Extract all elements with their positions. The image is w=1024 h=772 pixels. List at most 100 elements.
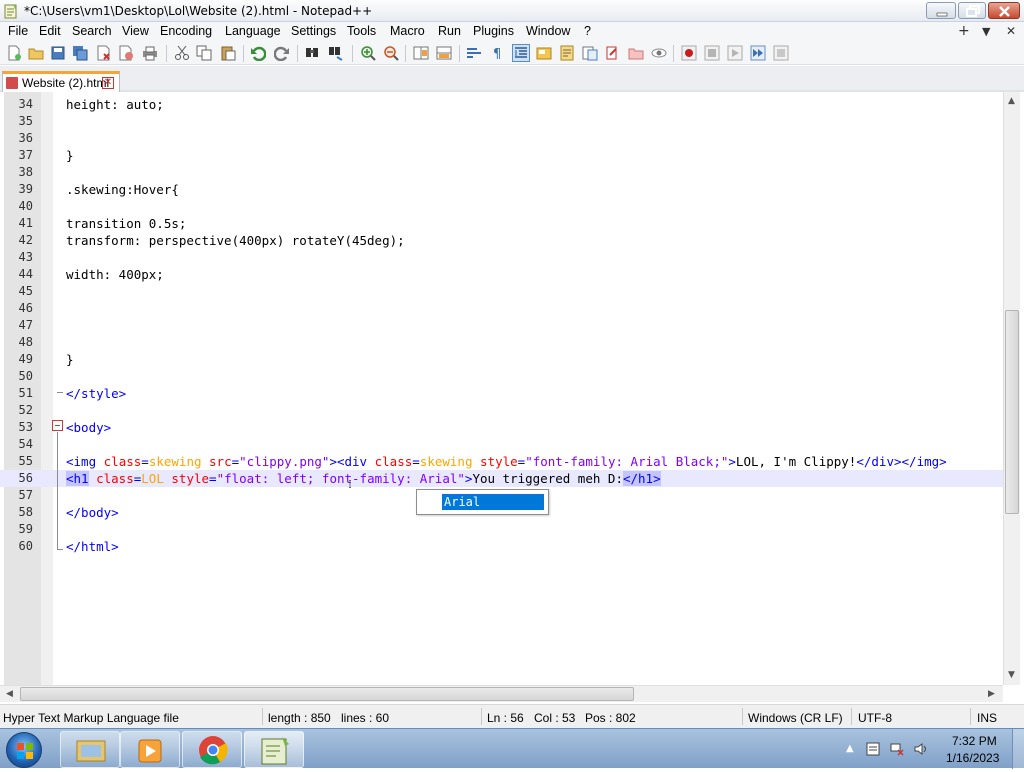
find-icon[interactable] bbox=[304, 45, 320, 61]
tab-close-icon[interactable]: ✕ bbox=[102, 77, 114, 89]
status-separator bbox=[851, 708, 852, 725]
record-macro-icon[interactable] bbox=[681, 45, 697, 61]
word-wrap-icon[interactable] bbox=[466, 45, 482, 61]
tab-label: Website (2).html bbox=[22, 76, 110, 90]
folder-icon[interactable] bbox=[628, 45, 644, 61]
indent-guide-icon[interactable] bbox=[512, 44, 530, 62]
open-file-icon[interactable] bbox=[28, 45, 44, 61]
taskbar-media-player[interactable] bbox=[120, 731, 180, 768]
minimize-button[interactable] bbox=[926, 2, 956, 19]
taskbar-file-explorer[interactable] bbox=[60, 731, 120, 768]
replace-icon[interactable] bbox=[328, 45, 344, 61]
clock-date[interactable]: 1/16/2023 bbox=[946, 751, 999, 765]
menu-plugins[interactable]: Plugins bbox=[473, 24, 514, 38]
zoom-in-icon[interactable] bbox=[360, 45, 376, 61]
scroll-down-icon[interactable]: ▼ bbox=[1008, 670, 1015, 680]
show-hidden-icons-icon[interactable]: ▲ bbox=[846, 743, 854, 754]
chrome-icon bbox=[199, 736, 228, 765]
autocomplete-popup: Arial bbox=[416, 489, 549, 515]
sync-horizontal-icon[interactable] bbox=[436, 45, 452, 61]
autocomplete-item[interactable]: Arial bbox=[442, 494, 544, 510]
stop-macro-icon[interactable] bbox=[704, 45, 720, 61]
menu-tools[interactable]: Tools bbox=[347, 24, 376, 38]
play-macro-icon[interactable] bbox=[727, 45, 743, 61]
code-editor[interactable]: 34 height: auto; 35 36 37} 38 39 .skewing:… bbox=[0, 92, 1024, 685]
save-icon[interactable] bbox=[50, 45, 66, 61]
taskbar-notepad-plus-plus[interactable] bbox=[244, 731, 304, 768]
tab-list-dropdown[interactable]: ▼ bbox=[982, 25, 990, 38]
taskbar-chrome[interactable] bbox=[182, 731, 242, 768]
menu-window[interactable]: Window bbox=[526, 24, 570, 38]
scroll-up-icon[interactable]: ▲ bbox=[1008, 96, 1015, 106]
copy-icon[interactable] bbox=[196, 45, 212, 61]
paste-icon[interactable] bbox=[220, 45, 236, 61]
toolbar-separator bbox=[352, 45, 353, 62]
status-insert-mode: INS bbox=[977, 711, 998, 725]
scroll-right-icon[interactable]: ▶ bbox=[988, 689, 995, 699]
menu-macro[interactable]: Macro bbox=[390, 24, 425, 38]
toolbar-separator bbox=[166, 45, 167, 62]
user-defined-language-icon[interactable] bbox=[536, 45, 552, 61]
unsaved-file-icon bbox=[6, 77, 18, 89]
menu-settings[interactable]: Settings bbox=[291, 24, 336, 38]
menu-file[interactable]: File bbox=[8, 24, 28, 38]
menu-edit[interactable]: Edit bbox=[39, 24, 61, 38]
vertical-scrollbar[interactable]: ▲ ▼ bbox=[1003, 92, 1020, 685]
redo-icon[interactable] bbox=[274, 45, 290, 61]
fold-toggle-button[interactable] bbox=[52, 420, 63, 431]
scroll-left-icon[interactable]: ◀ bbox=[6, 689, 13, 699]
monitoring-icon[interactable] bbox=[651, 45, 667, 61]
status-bar: Hyper Text Markup Language file length :… bbox=[0, 704, 1024, 728]
code-line: 44 width: 400px; bbox=[18, 267, 164, 282]
window-title: *C:\Users\vm1\Desktop\Lol\Website (2).ht… bbox=[24, 4, 373, 18]
volume-icon[interactable] bbox=[914, 742, 928, 756]
show-desktop-button[interactable] bbox=[1012, 729, 1024, 769]
new-file-icon[interactable] bbox=[6, 45, 22, 61]
horizontal-scroll-thumb[interactable] bbox=[20, 687, 634, 701]
notepad-plus-plus-icon bbox=[261, 737, 289, 765]
vertical-scroll-thumb[interactable] bbox=[1005, 310, 1019, 514]
code-line: 59 bbox=[18, 522, 33, 536]
action-center-icon[interactable] bbox=[866, 742, 880, 756]
horizontal-scrollbar[interactable]: ◀ ▶ bbox=[0, 685, 1003, 702]
start-button[interactable] bbox=[6, 732, 42, 768]
fold-end-marker bbox=[57, 549, 63, 550]
status-line: Ln : 56 bbox=[487, 711, 524, 725]
folder-workspace-icon[interactable] bbox=[605, 45, 621, 61]
print-icon[interactable] bbox=[142, 45, 158, 61]
menu-search[interactable]: Search bbox=[72, 24, 112, 38]
run-macro-multiple-icon[interactable] bbox=[750, 45, 766, 61]
tab-website-2-html[interactable]: Website (2).html ✕ bbox=[2, 71, 120, 92]
sync-vertical-icon[interactable] bbox=[413, 45, 429, 61]
status-column: Col : 53 bbox=[534, 711, 576, 725]
code-line: 49} bbox=[18, 352, 74, 367]
close-icon[interactable] bbox=[95, 45, 111, 61]
menu-help[interactable]: ? bbox=[584, 24, 591, 38]
document-map-icon[interactable] bbox=[559, 45, 575, 61]
menu-bar: File Edit Search View Encoding Language … bbox=[0, 22, 1024, 42]
code-line: 48 bbox=[18, 335, 33, 349]
menu-run[interactable]: Run bbox=[438, 24, 461, 38]
zoom-out-icon[interactable] bbox=[383, 45, 399, 61]
status-lines: lines : 60 bbox=[341, 711, 390, 725]
cut-icon[interactable] bbox=[174, 45, 190, 61]
function-list-icon[interactable] bbox=[582, 45, 598, 61]
show-all-characters-icon[interactable]: ¶ bbox=[489, 45, 505, 61]
menu-encoding[interactable]: Encoding bbox=[160, 24, 212, 38]
network-icon[interactable] bbox=[890, 742, 904, 756]
menu-language[interactable]: Language bbox=[225, 24, 281, 38]
menu-view[interactable]: View bbox=[122, 24, 149, 38]
save-all-icon[interactable] bbox=[72, 45, 88, 61]
windows-logo-icon bbox=[17, 743, 33, 759]
close-all-icon[interactable] bbox=[118, 45, 134, 61]
file-explorer-icon bbox=[76, 740, 106, 762]
clock-time[interactable]: 7:32 PM bbox=[952, 734, 997, 748]
add-tab-button[interactable]: + bbox=[958, 23, 970, 39]
close-window-button[interactable] bbox=[988, 2, 1020, 19]
save-macro-icon[interactable] bbox=[773, 45, 789, 61]
title-bar: *C:\Users\vm1\Desktop\Lol\Website (2).ht… bbox=[0, 0, 1024, 22]
undo-icon[interactable] bbox=[250, 45, 266, 61]
restore-button[interactable] bbox=[958, 2, 986, 19]
close-document-button[interactable]: ✕ bbox=[1006, 24, 1016, 38]
code-line: 46 bbox=[18, 301, 33, 315]
